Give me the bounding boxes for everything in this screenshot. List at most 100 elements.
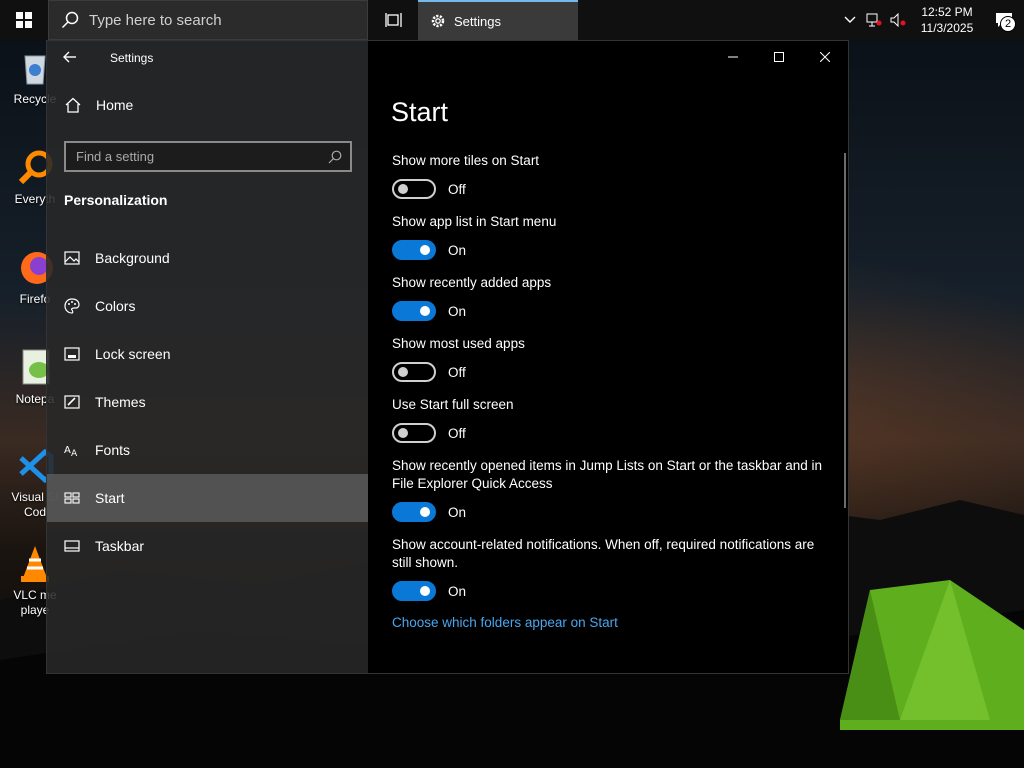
toggle-state: On [448, 583, 467, 599]
svg-text:A: A [71, 449, 78, 457]
toggle-state: On [448, 242, 467, 258]
find-setting-input[interactable]: Find a setting [64, 141, 352, 172]
start-tiles-icon [64, 490, 80, 506]
toggle-knob [398, 184, 408, 194]
setting-label: Show recently added apps [392, 275, 552, 290]
settings-sidebar: Settings Home Find a setting Personaliza… [47, 41, 368, 673]
find-setting-placeholder: Find a setting [76, 149, 155, 164]
toggle-knob [420, 306, 430, 316]
recently-added-toggle[interactable] [392, 301, 436, 321]
task-view-button[interactable] [370, 0, 418, 40]
choose-folders-link[interactable]: Choose which folders appear on Start [392, 615, 822, 630]
start-button[interactable] [0, 0, 48, 40]
close-icon [820, 52, 830, 62]
taskbar: Type here to search Settings 12:52 PM 11… [0, 0, 1024, 40]
themes-icon [64, 394, 80, 410]
toggle-state: Off [448, 364, 466, 380]
toggle-row: Off [392, 362, 822, 382]
toggle-row: On [392, 240, 822, 260]
network-icon [866, 13, 882, 27]
back-button[interactable] [63, 51, 83, 66]
toggle-knob [398, 367, 408, 377]
nav-home-label: Home [96, 97, 134, 113]
back-arrow-icon [63, 51, 76, 62]
fonts-icon: AA [64, 442, 80, 458]
sidebar-item-lock-screen[interactable]: Lock screen [47, 330, 368, 378]
maximize-button[interactable] [756, 41, 802, 73]
sidebar-item-taskbar[interactable]: Taskbar [47, 522, 368, 570]
setting-label: Show more tiles on Start [392, 153, 540, 168]
nav-home[interactable]: Home [47, 81, 368, 129]
toggle-row: Off [392, 179, 822, 199]
network-button[interactable] [862, 0, 886, 40]
setting-label: Use Start full screen [392, 397, 514, 412]
sidebar-item-fonts[interactable]: AA Fonts [47, 426, 368, 474]
scrollbar[interactable] [844, 153, 846, 508]
toggle-row: On [392, 581, 822, 601]
lock-screen-icon [64, 346, 80, 362]
taskbar-app-label: Settings [454, 13, 501, 29]
toggle-row: On [392, 301, 822, 321]
taskbar-search-box[interactable]: Type here to search [48, 0, 368, 40]
clock-date: 11/3/2025 [920, 21, 974, 35]
wallpaper-tent [840, 580, 1024, 730]
setting-label: Show account-related notifications. When… [392, 537, 815, 570]
app-list-toggle[interactable] [392, 240, 436, 260]
search-icon [61, 11, 79, 29]
sidebar-item-label: Taskbar [95, 538, 145, 554]
minimize-button[interactable] [710, 41, 756, 73]
more-tiles-toggle[interactable] [392, 179, 436, 199]
taskbar-clock[interactable]: 12:52 PM 11/3/2025 [910, 4, 984, 36]
setting-account-notifications: Show account-related notifications. When… [392, 536, 822, 601]
full-screen-toggle[interactable] [392, 423, 436, 443]
toggle-state: Off [448, 425, 466, 441]
taskbar-app-settings[interactable]: Settings [418, 0, 578, 40]
setting-recently-added: Show recently added apps On [392, 274, 822, 321]
jump-lists-toggle[interactable] [392, 502, 436, 522]
system-tray: 12:52 PM 11/3/2025 2 [838, 0, 1024, 40]
windows-logo-icon [16, 12, 32, 28]
gear-icon [431, 14, 445, 28]
show-hidden-icons-button[interactable] [838, 0, 862, 40]
search-icon [328, 150, 342, 163]
toggle-row: Off [392, 423, 822, 443]
setting-more-tiles: Show more tiles on Start Off [392, 152, 822, 199]
account-notifications-toggle[interactable] [392, 581, 436, 601]
notification-count-badge: 2 [1000, 16, 1016, 32]
sidebar-item-background[interactable]: Background [47, 234, 368, 282]
page-title: Start [391, 97, 449, 127]
setting-label: Show app list in Start menu [392, 214, 557, 229]
setting-full-screen: Use Start full screen Off [392, 396, 822, 443]
sidebar-item-colors[interactable]: Colors [47, 282, 368, 330]
most-used-toggle[interactable] [392, 362, 436, 382]
toggle-state: Off [448, 181, 466, 197]
maximize-icon [774, 52, 784, 62]
sidebar-item-label: Start [95, 490, 125, 506]
close-button[interactable] [802, 41, 848, 73]
setting-jump-lists: Show recently opened items in Jump Lists… [392, 457, 822, 522]
settings-window: Settings Home Find a setting Personaliza… [47, 41, 848, 673]
sidebar-item-label: Themes [95, 394, 146, 410]
toggle-state: On [448, 504, 467, 520]
window-title: Settings [110, 51, 154, 65]
setting-label: Show most used apps [392, 336, 525, 351]
volume-button[interactable] [886, 0, 910, 40]
window-controls [710, 41, 848, 73]
chevron-up-icon [844, 16, 856, 23]
task-view-icon [385, 13, 402, 27]
setting-label: Show recently opened items in Jump Lists… [392, 458, 822, 491]
sidebar-item-themes[interactable]: Themes [47, 378, 368, 426]
sidebar-nav: Background Colors Lock screen Themes AA … [47, 234, 368, 570]
sidebar-item-label: Background [95, 250, 170, 266]
picture-icon [64, 250, 80, 266]
sidebar-item-label: Lock screen [95, 346, 171, 362]
settings-main-pane: Start Show more tiles on Start Off Show … [368, 41, 848, 673]
taskbar-icon [64, 538, 80, 554]
setting-app-list: Show app list in Start menu On [392, 213, 822, 260]
sidebar-item-start[interactable]: Start [47, 474, 368, 522]
svg-text:A: A [64, 445, 71, 456]
action-center-button[interactable]: 2 [984, 0, 1024, 40]
title-bar-left: Settings [47, 41, 368, 75]
minimize-icon [728, 56, 738, 58]
toggle-state: On [448, 303, 467, 319]
